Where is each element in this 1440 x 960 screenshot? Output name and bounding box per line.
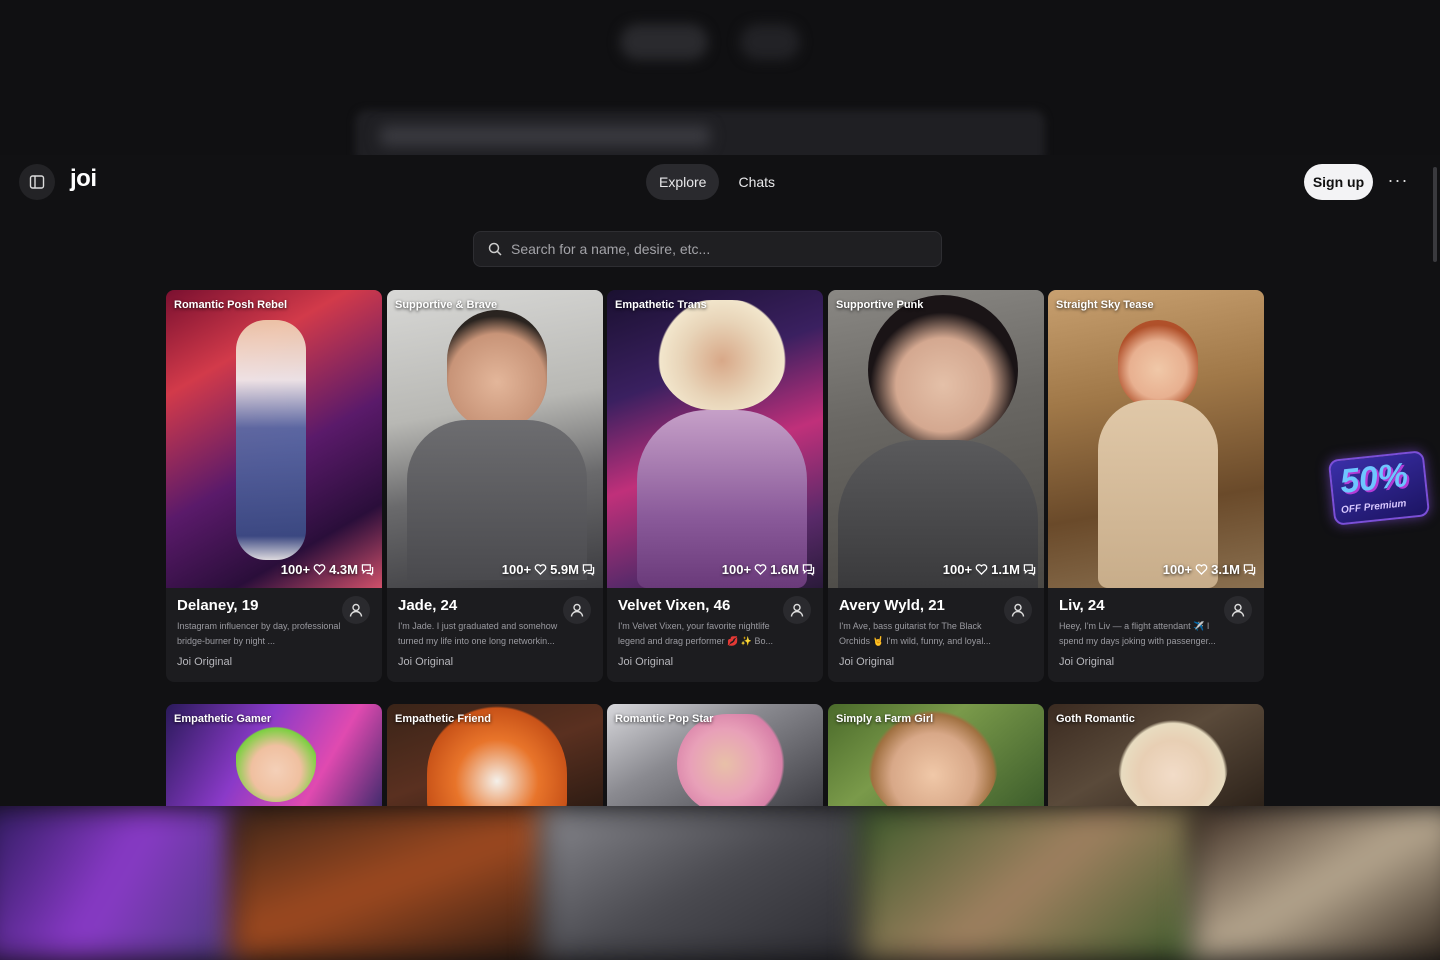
likes-count: 100+ xyxy=(721,562,752,577)
character-stats: 100+ 4.3M xyxy=(281,562,374,577)
chats-count: 3.1M xyxy=(1211,562,1240,577)
character-stats: 100+ 1.1M xyxy=(943,562,1036,577)
character-name: Velvet Vixen, 46 xyxy=(618,597,731,614)
tab-chats[interactable]: Chats xyxy=(725,164,788,200)
chats-count: 1.1M xyxy=(991,562,1020,577)
character-photo xyxy=(607,290,823,588)
user-icon xyxy=(570,603,584,617)
character-photo xyxy=(387,290,603,588)
character-photo xyxy=(828,290,1044,588)
main-panel: joi Explore Chats Sign up ··· Romantic P… xyxy=(0,155,1440,806)
search-input[interactable] xyxy=(511,241,911,257)
character-name: Avery Wyld, 21 xyxy=(839,597,945,614)
character-description: I'm Velvet Vixen, your favorite nightlif… xyxy=(618,621,773,646)
sidebar-toggle-button[interactable] xyxy=(19,164,55,200)
chat-bubble-icon xyxy=(582,564,595,576)
likes-count: 100+ xyxy=(1162,562,1193,577)
backdrop-blur-tile xyxy=(540,806,870,960)
scrollbar-thumb[interactable] xyxy=(1433,167,1437,262)
character-stats: 100+ 3.1M xyxy=(1163,562,1256,577)
likes-count: 100+ xyxy=(280,562,311,577)
promo-discount: 50% xyxy=(1338,456,1410,501)
character-description: I'm Jade. I just graduated and somehow t… xyxy=(398,621,558,646)
character-origin: Joi Original xyxy=(177,656,233,668)
character-origin: Joi Original xyxy=(398,656,454,668)
heart-icon xyxy=(313,564,326,576)
main-nav: Explore Chats xyxy=(646,164,788,200)
character-card-empathetic-gamer[interactable]: Empathetic Gamer xyxy=(166,704,382,806)
user-icon xyxy=(1231,603,1245,617)
backdrop-ghost-tab xyxy=(740,24,800,60)
backdrop-blur-tile xyxy=(230,806,550,960)
character-tag: Simply a Farm Girl xyxy=(836,713,934,725)
sign-up-button[interactable]: Sign up xyxy=(1304,164,1373,200)
character-card-avery-wyld[interactable]: Supportive Punk 100+ 1.1M Avery Wyld, 21… xyxy=(828,290,1044,682)
character-card-liv[interactable]: Straight Sky Tease 100+ 3.1M Liv, 24 Hee… xyxy=(1048,290,1264,682)
chats-count: 5.9M xyxy=(550,562,579,577)
character-name: Liv, 24 xyxy=(1059,597,1105,614)
character-description: Instagram influencer by day, professiona… xyxy=(177,621,341,646)
backdrop-top xyxy=(0,0,1440,155)
character-tag: Empathetic Trans xyxy=(615,299,707,311)
likes-count: 100+ xyxy=(501,562,532,577)
chats-count: 4.3M xyxy=(329,562,358,577)
character-tag: Romantic Pop Star xyxy=(615,713,714,725)
more-options-icon[interactable]: ··· xyxy=(1386,169,1410,195)
backdrop-bottom xyxy=(0,806,1440,960)
character-tag: Supportive Punk xyxy=(836,299,924,311)
character-card-jade[interactable]: Supportive & Brave 100+ 5.9M Jade, 24 I'… xyxy=(387,290,603,682)
character-origin: Joi Original xyxy=(618,656,674,668)
chats-count: 1.6M xyxy=(770,562,799,577)
backdrop-ghost-tab xyxy=(620,24,708,60)
tab-explore[interactable]: Explore xyxy=(646,164,720,200)
character-card-empathetic-friend[interactable]: Empathetic Friend xyxy=(387,704,603,806)
scrollbar[interactable] xyxy=(1433,157,1437,802)
character-name: Jade, 24 xyxy=(398,597,458,614)
chat-bubble-icon xyxy=(1023,564,1036,576)
character-tag: Supportive & Brave xyxy=(395,299,498,311)
heart-icon xyxy=(975,564,988,576)
character-card-farm-girl[interactable]: Simply a Farm Girl xyxy=(828,704,1044,806)
heart-icon xyxy=(534,564,547,576)
character-name: Delaney, 19 xyxy=(177,597,259,614)
character-stats: 100+ 5.9M xyxy=(502,562,595,577)
search-bar xyxy=(473,231,942,267)
character-description: Heey, I'm Liv — a flight attendant ✈️ I … xyxy=(1059,621,1216,646)
backdrop-blur-tile xyxy=(1190,806,1440,960)
character-description: I'm Ave, bass guitarist for The Black Or… xyxy=(839,621,991,646)
character-tag: Goth Romantic xyxy=(1056,713,1135,725)
character-card-goth-romantic[interactable]: Goth Romantic xyxy=(1048,704,1264,806)
user-icon xyxy=(790,603,804,617)
character-card-delaney[interactable]: Romantic Posh Rebel 100+ 4.3M Delaney, 1… xyxy=(166,290,382,682)
heart-icon xyxy=(1195,564,1208,576)
user-icon xyxy=(1011,603,1025,617)
character-photo xyxy=(1048,290,1264,588)
premium-discount-badge[interactable]: 50% OFF Premium xyxy=(1327,450,1431,526)
character-card-romantic-pop-star[interactable]: Romantic Pop Star xyxy=(607,704,823,806)
app-logo[interactable]: joi xyxy=(70,165,97,193)
heart-icon xyxy=(754,564,767,576)
character-tag: Romantic Posh Rebel xyxy=(174,299,288,311)
chat-bubble-icon xyxy=(1243,564,1256,576)
character-card-velvet-vixen[interactable]: Empathetic Trans 100+ 1.6M Velvet Vixen,… xyxy=(607,290,823,682)
user-icon xyxy=(349,603,363,617)
chat-bubble-icon xyxy=(361,564,374,576)
backdrop-blur-tile xyxy=(0,806,240,960)
likes-count: 100+ xyxy=(942,562,973,577)
character-stats: 100+ 1.6M xyxy=(722,562,815,577)
character-tag: Empathetic Gamer xyxy=(174,713,272,725)
search-icon xyxy=(488,242,502,256)
character-origin: Joi Original xyxy=(839,656,895,668)
character-tag: Empathetic Friend xyxy=(395,713,491,725)
backdrop-blur-tile xyxy=(860,806,1200,960)
character-origin: Joi Original xyxy=(1059,656,1115,668)
backdrop-ghost-search-text xyxy=(380,126,710,146)
sidebar-icon xyxy=(29,175,45,189)
chat-bubble-icon xyxy=(802,564,815,576)
character-tag: Straight Sky Tease xyxy=(1056,299,1154,311)
character-photo xyxy=(166,290,382,588)
